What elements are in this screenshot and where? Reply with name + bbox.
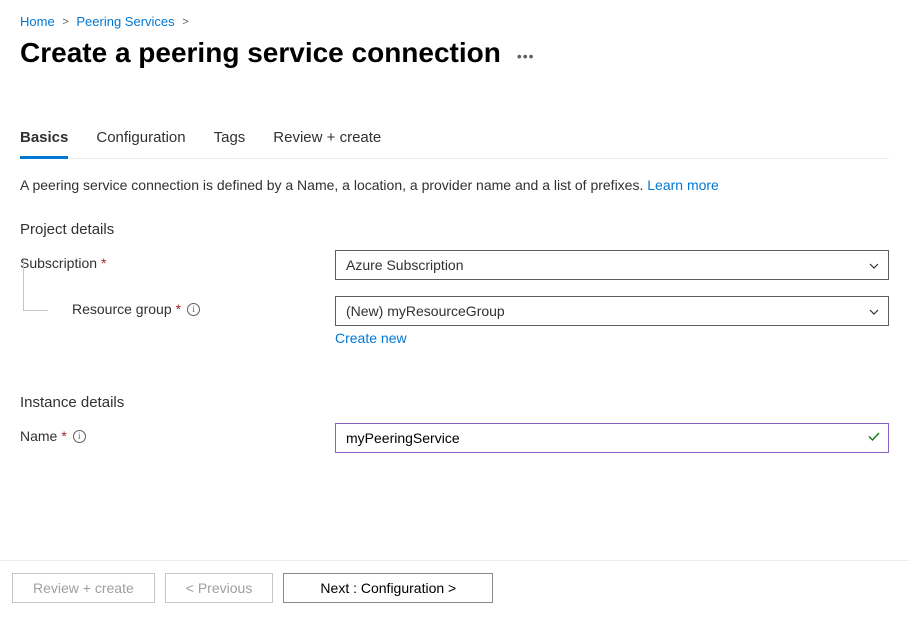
section-project-details: Project details [20, 221, 889, 238]
description: A peering service connection is defined … [20, 177, 889, 193]
info-icon[interactable]: i [73, 430, 86, 443]
tabs: Basics Configuration Tags Review + creat… [20, 129, 889, 159]
tab-configuration[interactable]: Configuration [96, 129, 185, 159]
name-input[interactable] [335, 423, 889, 453]
required-icon: * [176, 301, 181, 317]
more-icon[interactable]: ••• [517, 48, 535, 64]
footer-actions: Review + create < Previous Next : Config… [0, 560, 909, 621]
breadcrumb: Home > Peering Services > [20, 14, 889, 29]
resource-group-select[interactable]: (New) myResourceGroup [335, 296, 889, 326]
previous-button: < Previous [165, 573, 274, 603]
name-label: Name * i [20, 423, 335, 444]
breadcrumb-peering-services[interactable]: Peering Services [76, 14, 174, 29]
create-new-link[interactable]: Create new [335, 330, 407, 346]
review-create-button: Review + create [12, 573, 155, 603]
tab-tags[interactable]: Tags [214, 129, 246, 159]
chevron-right-icon: > [182, 16, 188, 28]
chevron-right-icon: > [62, 16, 68, 28]
page-title: Create a peering service connection [20, 37, 501, 69]
chevron-down-icon [868, 260, 878, 270]
tab-basics[interactable]: Basics [20, 129, 68, 159]
section-instance-details: Instance details [20, 394, 889, 411]
subscription-select[interactable]: Azure Subscription [335, 250, 889, 280]
check-icon [867, 430, 881, 447]
resource-group-value: (New) myResourceGroup [346, 303, 505, 319]
breadcrumb-home[interactable]: Home [20, 14, 55, 29]
learn-more-link[interactable]: Learn more [647, 177, 719, 193]
chevron-down-icon [868, 306, 878, 316]
tab-review-create[interactable]: Review + create [273, 129, 381, 159]
subscription-value: Azure Subscription [346, 257, 464, 273]
next-button[interactable]: Next : Configuration > [283, 573, 493, 603]
subscription-label: Subscription * [20, 250, 335, 271]
required-icon: * [101, 255, 106, 271]
resource-group-label: Resource group * i [20, 296, 335, 317]
description-text: A peering service connection is defined … [20, 177, 647, 193]
required-icon: * [61, 428, 66, 444]
info-icon[interactable]: i [187, 303, 200, 316]
